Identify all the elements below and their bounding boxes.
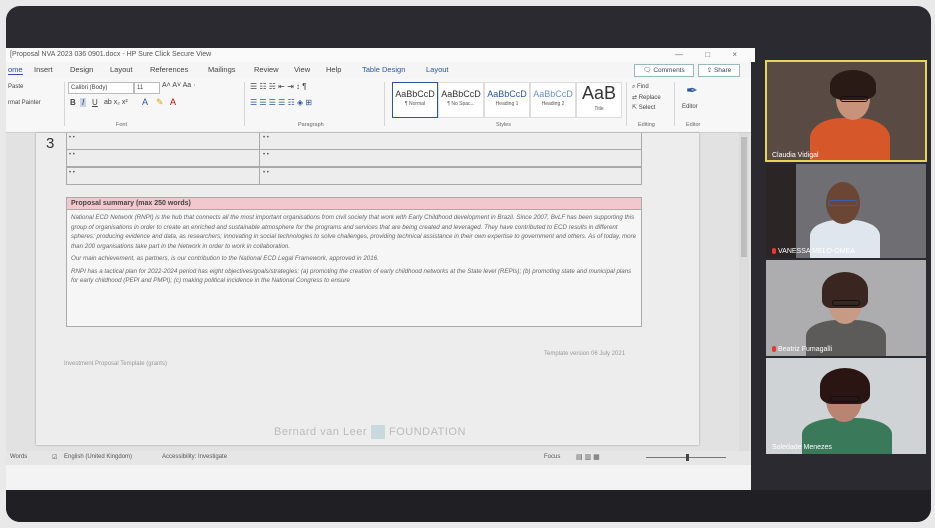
bold-icon[interactable]: B: [70, 98, 76, 107]
accessibility-status[interactable]: Accessibility: Investigate: [162, 454, 227, 460]
participant-tile[interactable]: Beatriz Fumagalli: [766, 260, 926, 356]
word-window: [Proposal NVA 2023 036 0901.docx - HP Su…: [6, 48, 755, 490]
screen-bezel-bottom: [6, 490, 931, 522]
style-normal[interactable]: AaBbCcD ¶ Normal: [392, 82, 438, 118]
window-controls[interactable]: — □ ×: [675, 48, 747, 62]
document-area: 3 • • • • • • • • • • • • Proposal summa…: [6, 133, 751, 451]
tab-insert[interactable]: Insert: [34, 65, 53, 74]
align-icons[interactable]: ☰ ☰ ☰ ☰ ☷ ◈ ⊞: [250, 98, 312, 107]
paste-label[interactable]: Paste: [8, 84, 23, 90]
active-speaker-outline: [765, 60, 927, 162]
bullets-icon[interactable]: ☰ ☷ ☵ ⇤ ⇥ ↕ ¶: [250, 82, 307, 91]
replace-button[interactable]: ⇄ Replace: [632, 94, 661, 101]
group-paragraph-label: Paragraph: [298, 122, 324, 128]
muted-mic-icon: [772, 346, 776, 353]
status-bar: Words ☑ English (United Kingdom) Accessi…: [6, 451, 751, 465]
footer-template-version: Template version 06 July 2021: [544, 351, 626, 357]
table-row[interactable]: • • • •: [66, 150, 642, 167]
font-grow-shrink-icon[interactable]: A˄ A˅ Aa ·: [162, 82, 195, 89]
text-effects-icon[interactable]: A: [142, 97, 148, 107]
participant-name: Beatriz Fumagalli: [772, 346, 832, 353]
monitor-screen: [Proposal NVA 2023 036 0901.docx - HP Su…: [6, 6, 931, 522]
style-heading-1[interactable]: AaBbCcD Heading 1: [484, 82, 530, 118]
editor-pen-icon[interactable]: ✒: [686, 82, 698, 99]
table-row[interactable]: • • • •: [66, 133, 642, 150]
share-label: Share: [713, 67, 732, 74]
group-font-label: Font: [116, 122, 128, 128]
group-styles-label: Styles: [496, 122, 511, 128]
comments-button[interactable]: 🗨 Comments: [634, 64, 694, 77]
font-color-icon[interactable]: A: [170, 97, 176, 107]
tab-review[interactable]: Review: [254, 65, 279, 74]
summary-paragraph: Our main achievement, as partners, is ou…: [71, 255, 379, 262]
logo-icon: [371, 425, 385, 439]
ribbon-tabs: ome Insert Design Layout References Mail…: [6, 62, 751, 78]
window-title: [Proposal NVA 2023 036 0901.docx - HP Su…: [10, 51, 212, 58]
proposal-summary-box[interactable]: Proposal summary (max 250 words) Nationa…: [66, 197, 642, 327]
glasses: [828, 200, 858, 206]
summary-heading: Proposal summary (max 250 words): [67, 198, 641, 210]
tab-help[interactable]: Help: [326, 65, 341, 74]
participant-name: VANESSA MELO-OMEA: [772, 248, 855, 255]
summary-paragraph: RNPI has a tactical plan for 2022-2024 p…: [71, 267, 632, 285]
zoom-slider-thumb[interactable]: [686, 454, 689, 461]
format-painter-button[interactable]: rmat Painter: [8, 100, 41, 106]
row-number: 3: [46, 135, 55, 152]
find-button[interactable]: ⌕ Find: [632, 84, 649, 91]
table-row[interactable]: • • • •: [66, 167, 642, 185]
font-size-select[interactable]: 11: [134, 82, 160, 94]
proofing-icon[interactable]: ☑: [52, 454, 57, 461]
glasses: [832, 300, 860, 306]
underline-icon[interactable]: U: [92, 98, 98, 107]
summary-paragraph: National ECD Network (RNPI) is the hub t…: [71, 214, 637, 250]
muted-mic-icon: [772, 248, 776, 255]
participant-tile[interactable]: VANESSA MELO-OMEA: [766, 164, 926, 258]
select-button[interactable]: ⇱ Select: [632, 104, 655, 111]
style-title[interactable]: AaB Title: [576, 82, 622, 118]
focus-button[interactable]: Focus: [544, 454, 560, 460]
editor-button[interactable]: Editor: [682, 104, 698, 110]
scrollbar-thumb[interactable]: [741, 137, 747, 257]
strikethrough-icon[interactable]: ab x₂ x²: [104, 99, 128, 106]
view-mode-icons[interactable]: ▤ ▥ ▦: [576, 453, 600, 461]
ribbon: Paste rmat Painter Calibri (Body) 11 A˄ …: [6, 78, 751, 133]
font-name-select[interactable]: Calibri (Body): [68, 82, 134, 94]
title-bar: [Proposal NVA 2023 036 0901.docx - HP Su…: [6, 48, 755, 62]
word-count[interactable]: Words: [10, 454, 27, 460]
participant-tile[interactable]: Soledade Menezes: [766, 358, 926, 454]
style-heading-2[interactable]: AaBbCcD Heading 2: [530, 82, 576, 118]
group-editing-label: Editing: [638, 122, 655, 128]
tab-table-design[interactable]: Table Design: [362, 65, 405, 74]
tab-mailings[interactable]: Mailings: [208, 65, 236, 74]
photo-frame: [Proposal NVA 2023 036 0901.docx - HP Su…: [0, 0, 935, 528]
replace-icon: ⇄: [632, 95, 639, 101]
share-button[interactable]: ⇪ Share: [698, 64, 740, 77]
document-page: 3 • • • • • • • • • • • • Proposal summa…: [36, 133, 699, 445]
language-status[interactable]: English (United Kingdom): [64, 454, 132, 460]
cursor-icon: ⇱: [632, 105, 639, 111]
tab-layout[interactable]: Layout: [110, 65, 133, 74]
comments-label: Comments: [653, 67, 685, 74]
tab-view[interactable]: View: [294, 65, 310, 74]
participant-name: Soledade Menezes: [772, 444, 832, 451]
tab-home[interactable]: ome: [8, 65, 23, 75]
italic-icon[interactable]: I: [80, 98, 87, 107]
footer-template-name: Investment Proposal Template (grants): [64, 361, 167, 367]
style-no-spacing[interactable]: AaBbCcD ¶ No Spac...: [438, 82, 484, 118]
group-editor-label: Editor: [686, 122, 701, 128]
share-icon: ⇪: [706, 67, 713, 74]
tab-design[interactable]: Design: [70, 65, 93, 74]
tab-table-layout[interactable]: Layout: [426, 65, 449, 74]
comment-icon: 🗨: [643, 67, 652, 74]
glasses: [830, 396, 860, 402]
highlight-icon[interactable]: ✎: [156, 97, 164, 108]
tab-references[interactable]: References: [150, 65, 188, 74]
foundation-logo: Bernard van Leer FOUNDATION: [274, 425, 466, 439]
